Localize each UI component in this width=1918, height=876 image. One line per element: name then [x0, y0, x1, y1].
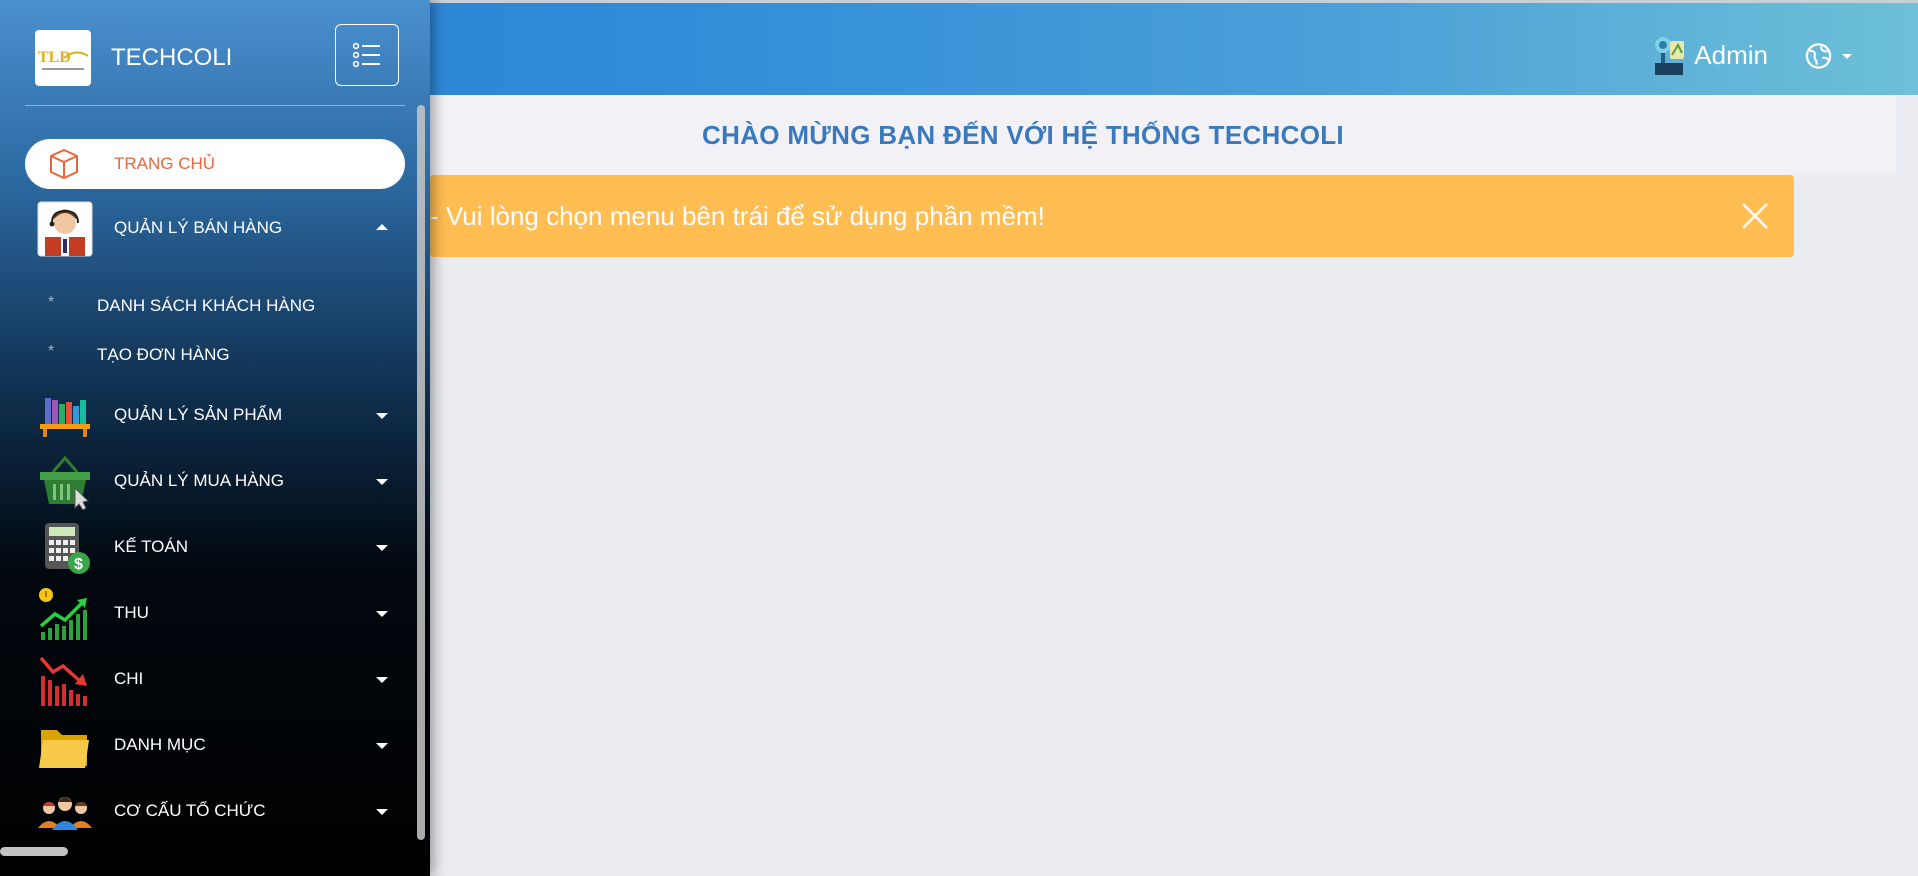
sidebar-scrollbar[interactable] [417, 105, 425, 840]
bookshelf-icon [40, 398, 90, 437]
chevron-down-icon [376, 677, 388, 683]
brand[interactable]: TLD TECHCOLI [35, 30, 232, 86]
chevron-down-icon [376, 809, 388, 815]
sidebar-item-expense[interactable]: CHI [0, 647, 410, 713]
user-avatar-icon [1655, 37, 1685, 75]
alert-message: - Vui lòng chọn menu bên trái để sử dụng… [430, 200, 1045, 231]
chart-up-icon [39, 588, 87, 640]
info-alert: - Vui lòng chọn menu bên trái để sử dụng… [430, 175, 1794, 257]
chevron-down-icon [376, 545, 388, 551]
sidebar-item-label: QUẢN LÝ SẢN PHẨM [114, 405, 283, 424]
sidebar-item-label: QUẢN LÝ BÁN HÀNG [114, 218, 283, 237]
svg-text:$: $ [74, 556, 83, 573]
sidebar-subitem-label: DANH SÁCH KHÁCH HÀNG [97, 296, 316, 315]
sidebar-subitem-customer-list[interactable]: * DANH SÁCH KHÁCH HÀNG [0, 286, 410, 326]
menu-toggle-button[interactable] [335, 24, 399, 86]
salesperson-icon [37, 201, 93, 257]
page-title: CHÀO MỪNG BẠN ĐẾN VỚI HỆ THỐNG TECHCOLI [702, 119, 1344, 150]
chevron-down-icon [376, 479, 388, 485]
sidebar-item-label: DANH MỤC [114, 735, 206, 754]
sidebar-divider [25, 105, 405, 106]
sidebar-item-products[interactable]: QUẢN LÝ SẢN PHẨM [0, 383, 410, 449]
chevron-down-icon [376, 413, 388, 419]
brand-name: TECHCOLI [111, 44, 233, 71]
user-menu[interactable]: Admin [1650, 33, 1768, 77]
sidebar-item-accounting[interactable]: $ KẾ TOÁN [0, 515, 410, 581]
sidebar-subitem-create-order[interactable]: * TẠO ĐƠN HÀNG [0, 335, 410, 375]
bullet-marker: * [48, 343, 55, 360]
username: Admin [1694, 39, 1768, 70]
team-icon [38, 797, 92, 830]
sidebar: TLD TECHCOLI TRANG CHỦ QUẢN LÝ BÁN HÀNG … [0, 0, 430, 876]
welcome-banner: CHÀO MỪNG BẠN ĐẾN VỚI HỆ THỐNG TECHCOLI [430, 95, 1896, 175]
chart-down-icon [39, 656, 87, 706]
chevron-down-icon [376, 743, 388, 749]
list-icon [353, 42, 380, 68]
bullet-marker: * [48, 294, 55, 311]
sidebar-item-sales[interactable]: QUẢN LÝ BÁN HÀNG [0, 196, 410, 262]
close-icon[interactable] [1738, 199, 1772, 233]
sidebar-item-income[interactable]: THU [0, 581, 410, 647]
sidebar-horizontal-scrollbar[interactable] [0, 847, 68, 856]
sidebar-item-home[interactable]: TRANG CHỦ [25, 139, 405, 189]
sidebar-item-label: THU [114, 603, 149, 622]
globe-icon [1805, 43, 1832, 69]
sidebar-subitem-label: TẠO ĐƠN HÀNG [97, 345, 230, 364]
sidebar-item-purchases[interactable]: QUẢN LÝ MUA HÀNG [0, 449, 410, 515]
language-selector[interactable] [1804, 39, 1852, 73]
sidebar-item-label: CƠ CẤU TỔ CHỨC [114, 801, 266, 820]
box-icon [50, 148, 78, 180]
logo-icon: TLD [38, 49, 89, 70]
chevron-down-icon [376, 611, 388, 617]
chevron-up-icon [376, 224, 388, 230]
folder-icon [39, 730, 89, 768]
sidebar-item-label: TRANG CHỦ [114, 154, 216, 173]
sidebar-item-label: KẾ TOÁN [114, 537, 189, 556]
chevron-down-icon [1842, 53, 1852, 59]
sidebar-item-categories[interactable]: DANH MỤC [0, 713, 410, 779]
calculator-icon: $ [45, 523, 90, 574]
shopping-basket-icon [40, 455, 90, 510]
sidebar-item-label: QUẢN LÝ MUA HÀNG [114, 471, 285, 490]
sidebar-item-label: CHI [114, 669, 144, 688]
sidebar-item-organization[interactable]: CƠ CẤU TỔ CHỨC [0, 779, 410, 845]
logo: TLD [35, 30, 91, 86]
